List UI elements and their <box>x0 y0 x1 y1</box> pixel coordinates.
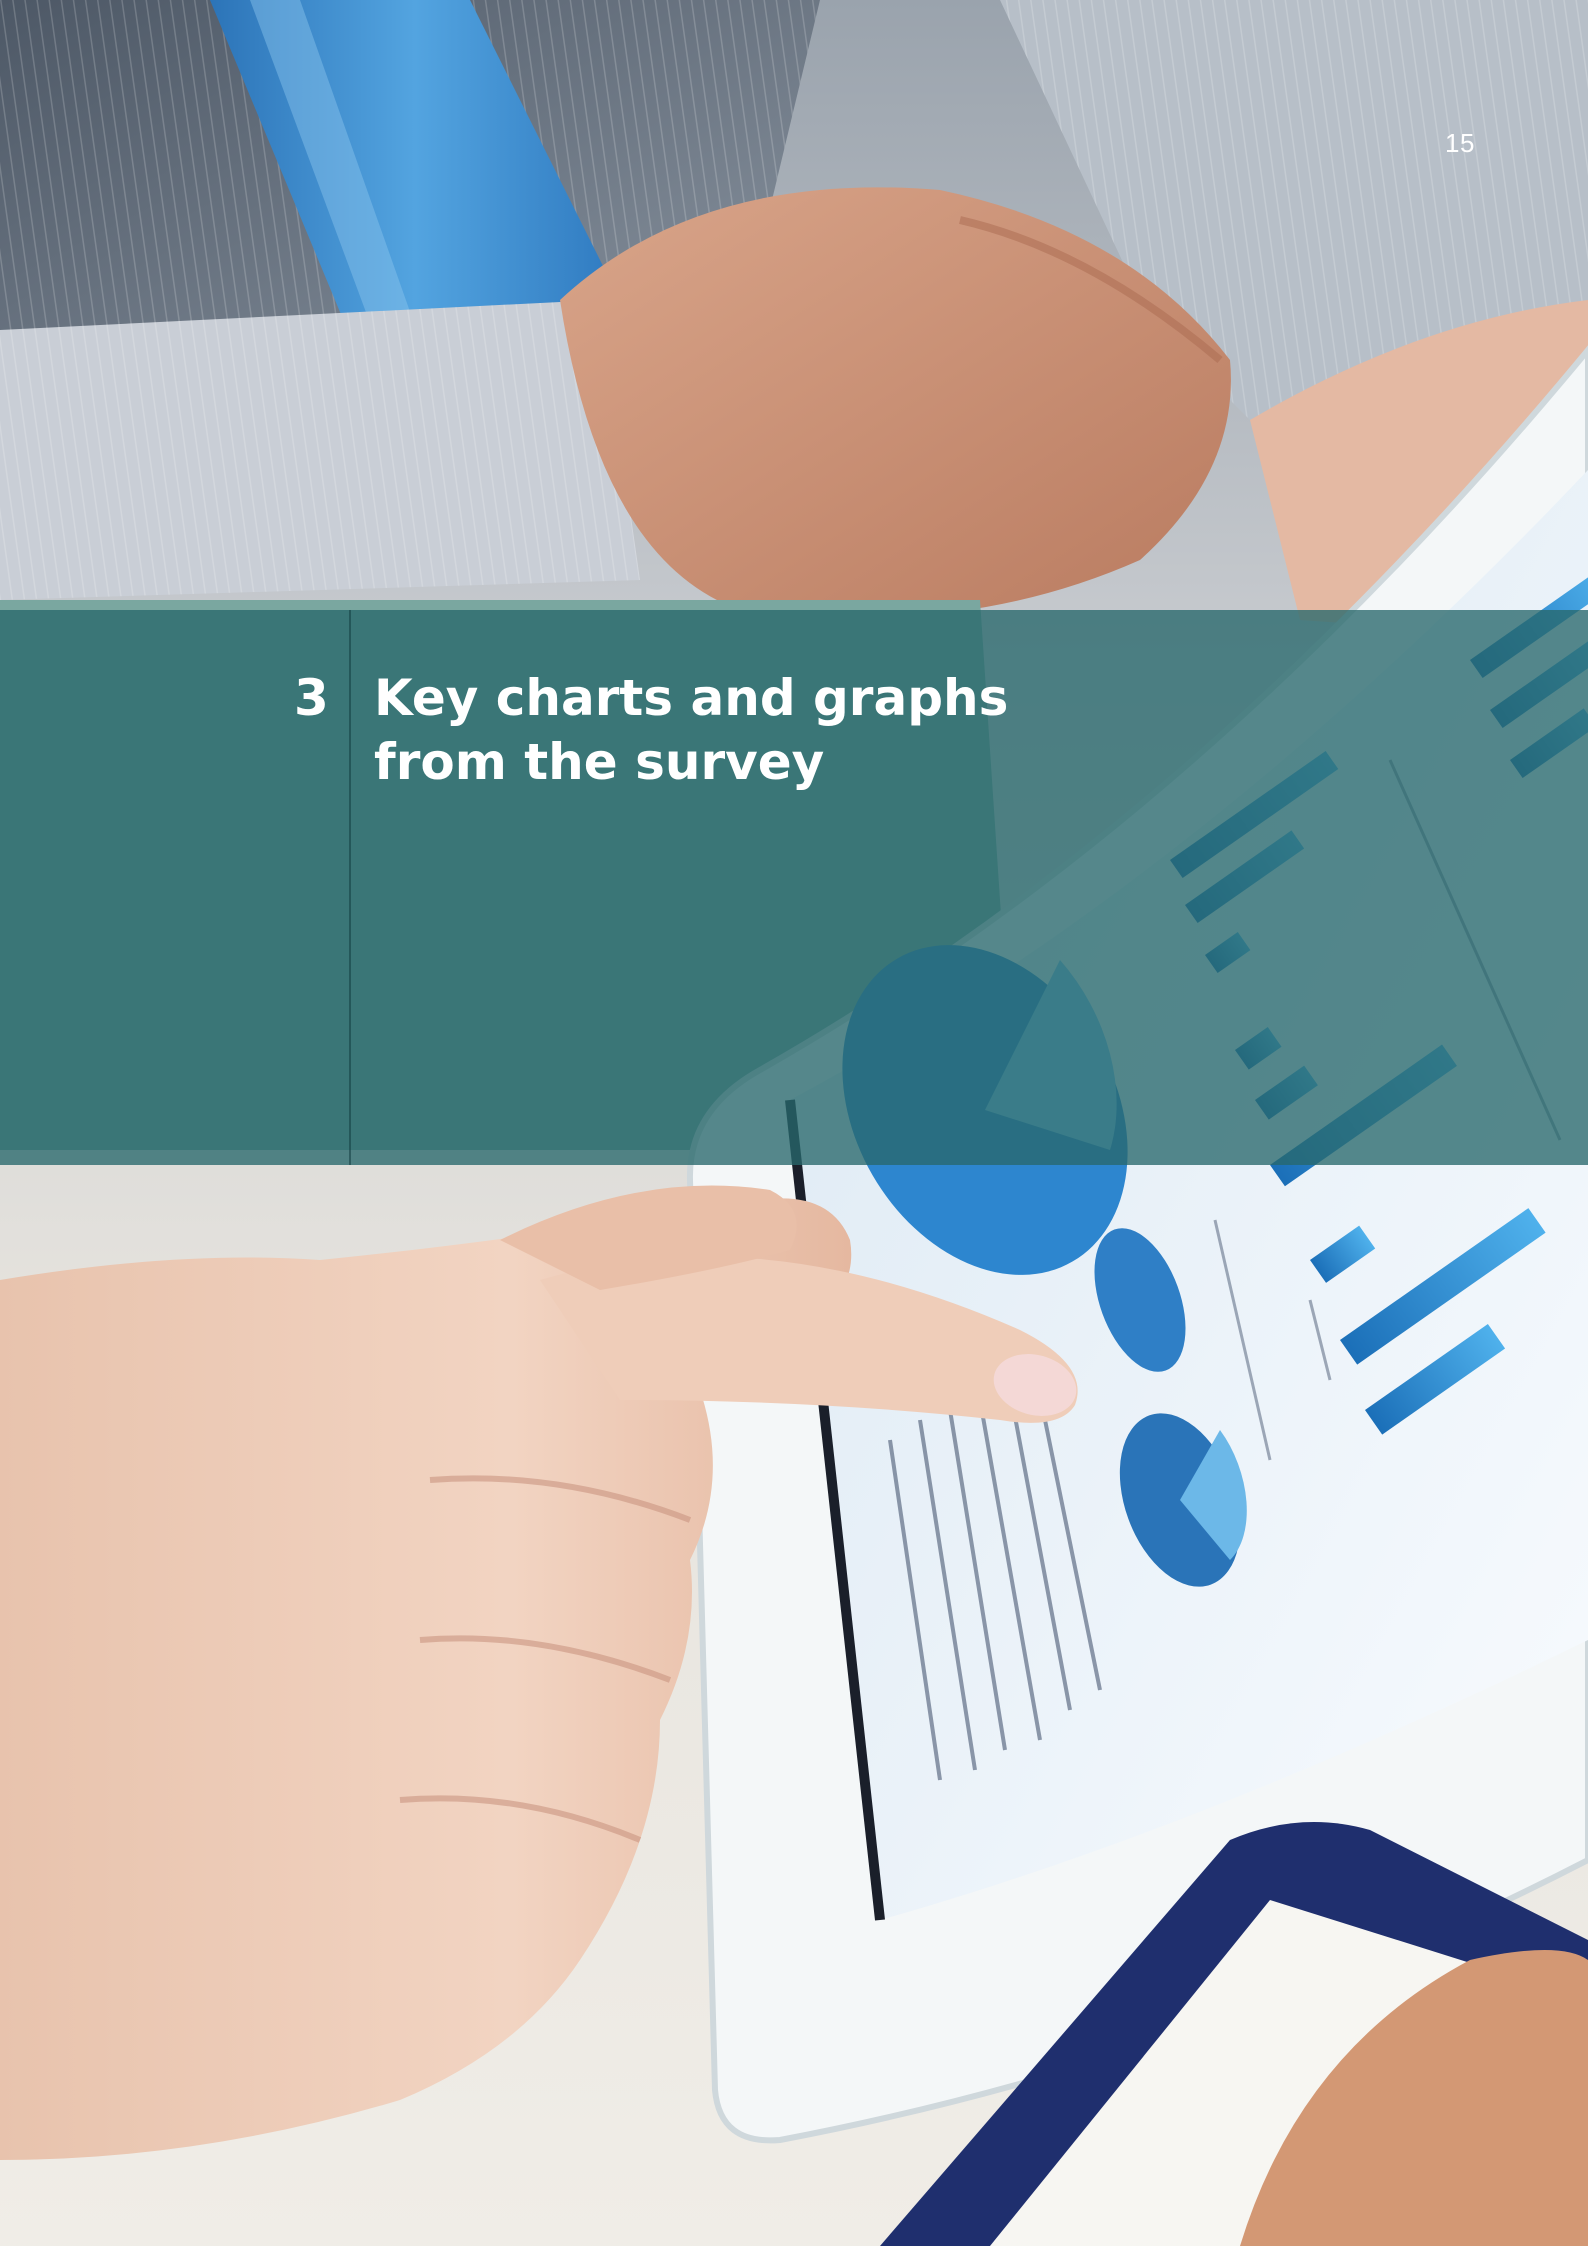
section-title-line-1: Key charts and graphs <box>374 669 1009 727</box>
section-title-line-2: from the survey <box>374 733 825 791</box>
section-banner: 3 Key charts and graphs from the survey <box>0 610 1588 1165</box>
banner-divider <box>349 610 351 1165</box>
brochure-page: 15 3 Key charts and graphs from the surv… <box>0 0 1588 2246</box>
page-number: 15 <box>1445 128 1475 158</box>
section-title: Key charts and graphs from the survey <box>374 666 1074 794</box>
section-number: 3 <box>294 669 329 727</box>
